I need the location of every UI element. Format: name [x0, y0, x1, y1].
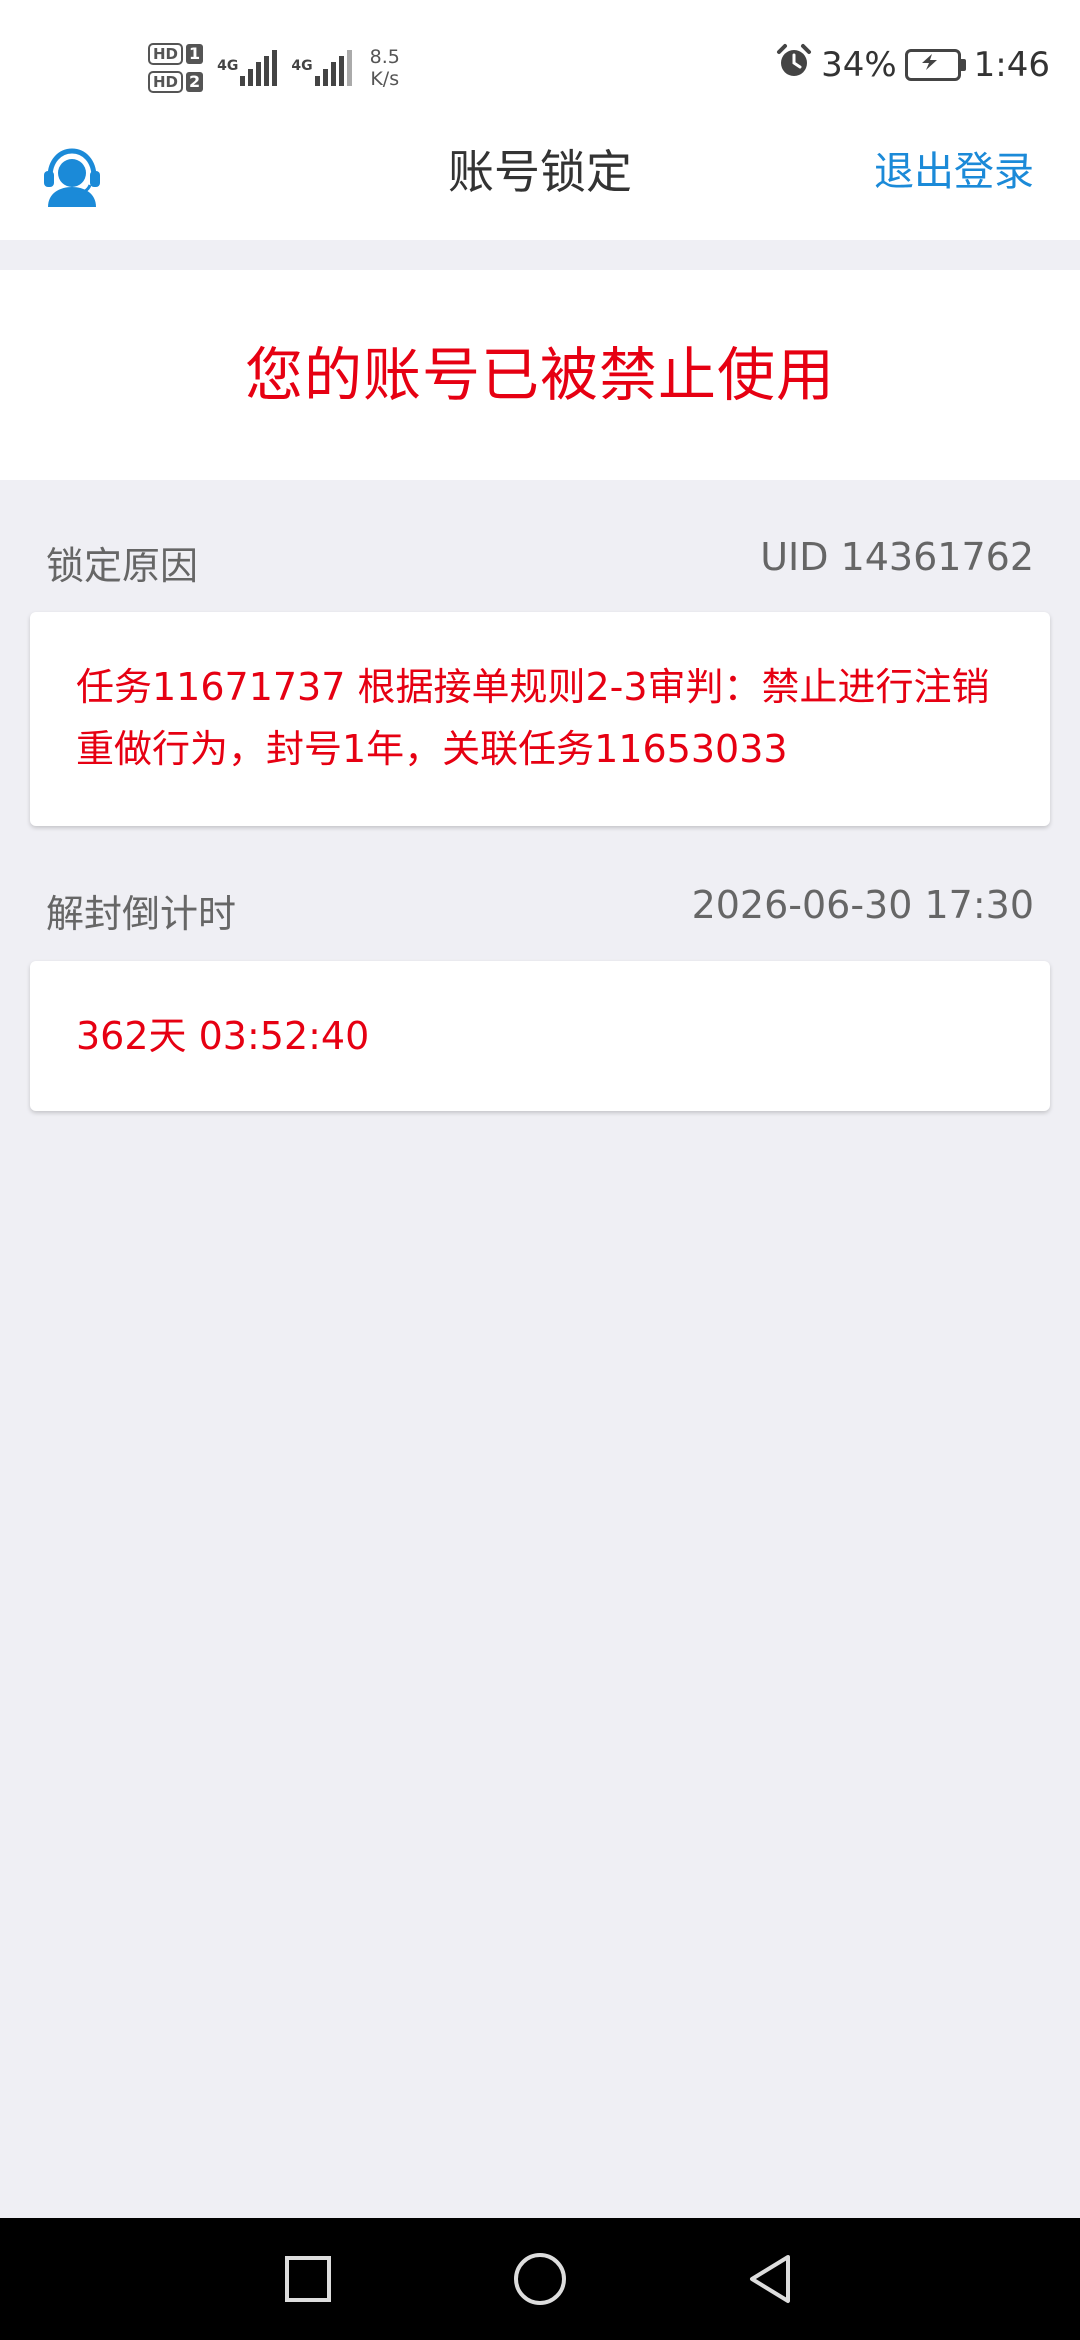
sim-indicators: HD 1 HD 2	[148, 43, 204, 93]
square-icon	[285, 2256, 331, 2302]
network-type-1: 4G	[217, 58, 239, 74]
countdown-value: 362天 03:52:40	[76, 1014, 370, 1058]
status-bar: HD 1 HD 2 4G 4G 8.5 K/s 34% 1:46	[0, 0, 1080, 135]
recent-apps-button[interactable]	[248, 2218, 368, 2340]
lock-reason-card: 任务11671737 根据接单规则2-3审判：禁止进行注销重做行为，封号1年，关…	[30, 612, 1050, 826]
sim2-badge: HD 2	[148, 71, 204, 93]
ban-message: 您的账号已被禁止使用	[244, 341, 835, 409]
triangle-back-icon	[750, 2255, 790, 2303]
ban-banner: 您的账号已被禁止使用	[0, 270, 1080, 480]
hd1-label: HD	[148, 43, 184, 65]
signal-bars-1-icon	[240, 50, 278, 86]
home-button[interactable]	[480, 2218, 600, 2340]
network-speed: 8.5 K/s	[370, 46, 400, 90]
signal-2: 4G	[291, 50, 352, 86]
back-button[interactable]	[710, 2218, 830, 2340]
circle-icon	[514, 2253, 566, 2305]
lock-reason-text: 任务11671737 根据接单规则2-3审判：禁止进行注销重做行为，封号1年，关…	[76, 665, 990, 771]
unlock-countdown-label: 解封倒计时	[46, 892, 237, 936]
signal-bars-2-icon	[314, 50, 352, 86]
system-nav-bar	[0, 2218, 1080, 2340]
status-bar-right: 34% 1:46	[775, 40, 1050, 90]
alarm-icon	[775, 42, 813, 89]
lock-reason-label: 锁定原因	[46, 544, 199, 588]
clock-time: 1:46	[973, 45, 1050, 85]
network-type-2: 4G	[291, 58, 313, 74]
logout-button[interactable]: 退出登录	[874, 135, 1034, 210]
status-bar-left: HD 1 HD 2 4G 4G 8.5 K/s	[148, 36, 400, 100]
hd2-label: HD	[148, 71, 184, 93]
sim1-number: 1	[186, 44, 204, 64]
battery-charging-icon	[904, 49, 966, 81]
countdown-card: 362天 03:52:40	[30, 961, 1050, 1111]
unlock-time: 2026-06-30 17:30	[691, 883, 1034, 927]
sim2-number: 2	[186, 72, 204, 92]
app-header: 账号锁定 退出登录	[0, 135, 1080, 240]
signal-1: 4G	[217, 50, 278, 86]
speed-unit: K/s	[370, 68, 400, 90]
battery-percent: 34%	[821, 45, 897, 85]
sim1-badge: HD 1	[148, 43, 204, 65]
uid-label: UID 14361762	[760, 535, 1034, 579]
speed-value: 8.5	[369, 46, 400, 68]
